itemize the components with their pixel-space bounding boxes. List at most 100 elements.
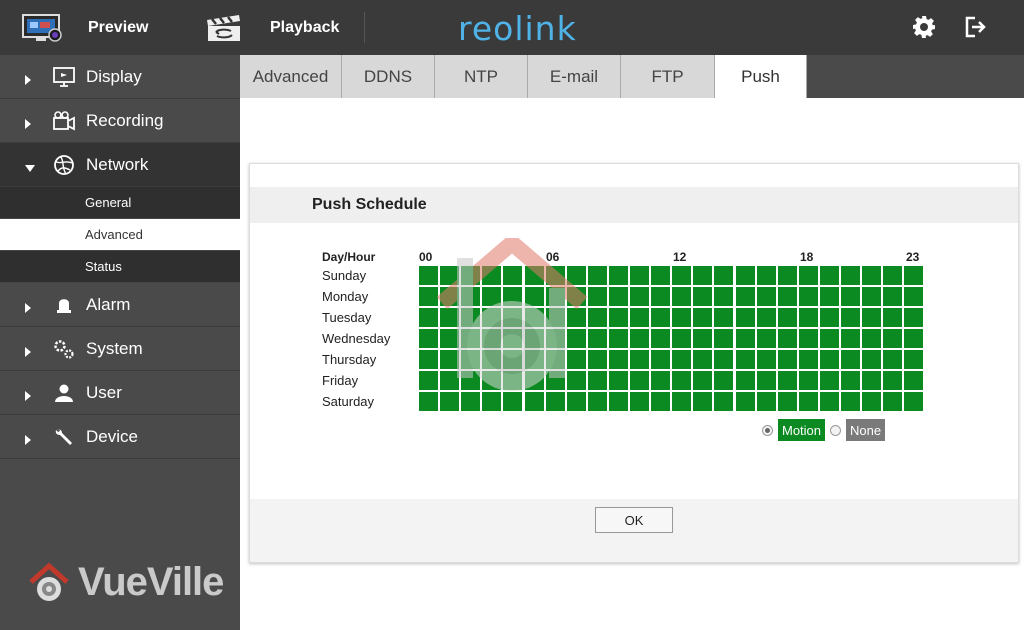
schedule-cell[interactable]	[525, 266, 544, 285]
schedule-cell[interactable]	[672, 329, 691, 348]
schedule-cell[interactable]	[904, 287, 923, 306]
schedule-cell[interactable]	[841, 392, 860, 411]
schedule-cell[interactable]	[778, 371, 797, 390]
schedule-cell[interactable]	[419, 329, 438, 348]
schedule-cell[interactable]	[778, 392, 797, 411]
schedule-cell[interactable]	[482, 266, 501, 285]
ok-button[interactable]: OK	[595, 507, 673, 533]
schedule-cell[interactable]	[736, 371, 755, 390]
schedule-cell[interactable]	[440, 329, 459, 348]
schedule-cell[interactable]	[440, 266, 459, 285]
schedule-cell[interactable]	[862, 308, 881, 327]
schedule-cell[interactable]	[567, 350, 586, 369]
schedule-cell[interactable]	[714, 350, 733, 369]
motion-legend-label[interactable]: Motion	[778, 419, 826, 441]
schedule-cell[interactable]	[862, 287, 881, 306]
schedule-cell[interactable]	[841, 266, 860, 285]
schedule-cell[interactable]	[883, 266, 902, 285]
schedule-cell[interactable]	[461, 308, 480, 327]
schedule-cell[interactable]	[904, 308, 923, 327]
schedule-cell[interactable]	[693, 392, 712, 411]
schedule-cell[interactable]	[482, 350, 501, 369]
schedule-cell[interactable]	[419, 308, 438, 327]
schedule-cell[interactable]	[546, 308, 565, 327]
schedule-cell[interactable]	[567, 392, 586, 411]
schedule-cell[interactable]	[482, 308, 501, 327]
sidebar-item-system[interactable]: System	[0, 327, 240, 371]
schedule-cell[interactable]	[693, 287, 712, 306]
tab-ddns[interactable]: DDNS	[342, 55, 435, 98]
schedule-cell[interactable]	[503, 350, 522, 369]
schedule-cell[interactable]	[714, 329, 733, 348]
schedule-cell[interactable]	[461, 350, 480, 369]
schedule-cell[interactable]	[588, 392, 607, 411]
schedule-cell[interactable]	[757, 287, 776, 306]
tab-advanced[interactable]: Advanced	[240, 55, 342, 98]
schedule-cell[interactable]	[714, 287, 733, 306]
schedule-cell[interactable]	[799, 392, 818, 411]
schedule-cell[interactable]	[588, 350, 607, 369]
sidebar-item-alarm[interactable]: Alarm	[0, 283, 240, 327]
schedule-cell[interactable]	[841, 371, 860, 390]
schedule-cell[interactable]	[672, 287, 691, 306]
tab-email[interactable]: E-mail	[528, 55, 621, 98]
schedule-cell[interactable]	[630, 371, 649, 390]
schedule-cell[interactable]	[419, 350, 438, 369]
schedule-cell[interactable]	[862, 392, 881, 411]
schedule-cell[interactable]	[778, 308, 797, 327]
schedule-cell[interactable]	[736, 287, 755, 306]
schedule-cell[interactable]	[862, 329, 881, 348]
schedule-cell[interactable]	[736, 392, 755, 411]
schedule-cell[interactable]	[862, 371, 881, 390]
schedule-cell[interactable]	[904, 392, 923, 411]
schedule-cell[interactable]	[609, 266, 628, 285]
schedule-cell[interactable]	[461, 371, 480, 390]
schedule-cell[interactable]	[883, 308, 902, 327]
schedule-cell[interactable]	[651, 308, 670, 327]
schedule-cell[interactable]	[609, 308, 628, 327]
sidebar-item-device[interactable]: Device	[0, 415, 240, 459]
none-radio[interactable]	[830, 424, 841, 436]
schedule-cell[interactable]	[461, 329, 480, 348]
schedule-cell[interactable]	[820, 287, 839, 306]
schedule-cell[interactable]	[736, 308, 755, 327]
schedule-cell[interactable]	[461, 287, 480, 306]
schedule-cell[interactable]	[736, 329, 755, 348]
schedule-cell[interactable]	[525, 350, 544, 369]
schedule-cell[interactable]	[714, 266, 733, 285]
schedule-cell[interactable]	[525, 287, 544, 306]
schedule-cell[interactable]	[503, 371, 522, 390]
submenu-item-advanced[interactable]: Advanced	[0, 219, 240, 251]
schedule-cell[interactable]	[714, 392, 733, 411]
schedule-cell[interactable]	[799, 329, 818, 348]
schedule-cell[interactable]	[820, 392, 839, 411]
schedule-cell[interactable]	[672, 350, 691, 369]
schedule-cell[interactable]	[503, 392, 522, 411]
schedule-cell[interactable]	[546, 266, 565, 285]
schedule-cell[interactable]	[799, 266, 818, 285]
schedule-cell[interactable]	[736, 266, 755, 285]
schedule-cell[interactable]	[609, 287, 628, 306]
schedule-cell[interactable]	[630, 266, 649, 285]
motion-radio[interactable]	[762, 424, 773, 436]
schedule-cell[interactable]	[630, 287, 649, 306]
submenu-item-status[interactable]: Status	[0, 251, 240, 283]
schedule-cell[interactable]	[778, 350, 797, 369]
sidebar-item-recording[interactable]: Recording	[0, 99, 240, 143]
sidebar-item-network[interactable]: Network	[0, 143, 240, 187]
schedule-cell[interactable]	[757, 308, 776, 327]
schedule-cell[interactable]	[883, 287, 902, 306]
logout-icon[interactable]	[963, 15, 987, 39]
schedule-cell[interactable]	[525, 392, 544, 411]
schedule-cell[interactable]	[630, 392, 649, 411]
schedule-cell[interactable]	[757, 392, 776, 411]
schedule-cell[interactable]	[841, 329, 860, 348]
schedule-cell[interactable]	[588, 371, 607, 390]
schedule-cell[interactable]	[651, 350, 670, 369]
schedule-cell[interactable]	[419, 371, 438, 390]
schedule-cell[interactable]	[503, 329, 522, 348]
schedule-cell[interactable]	[820, 350, 839, 369]
schedule-cell[interactable]	[883, 329, 902, 348]
schedule-cell[interactable]	[693, 329, 712, 348]
schedule-cell[interactable]	[588, 329, 607, 348]
